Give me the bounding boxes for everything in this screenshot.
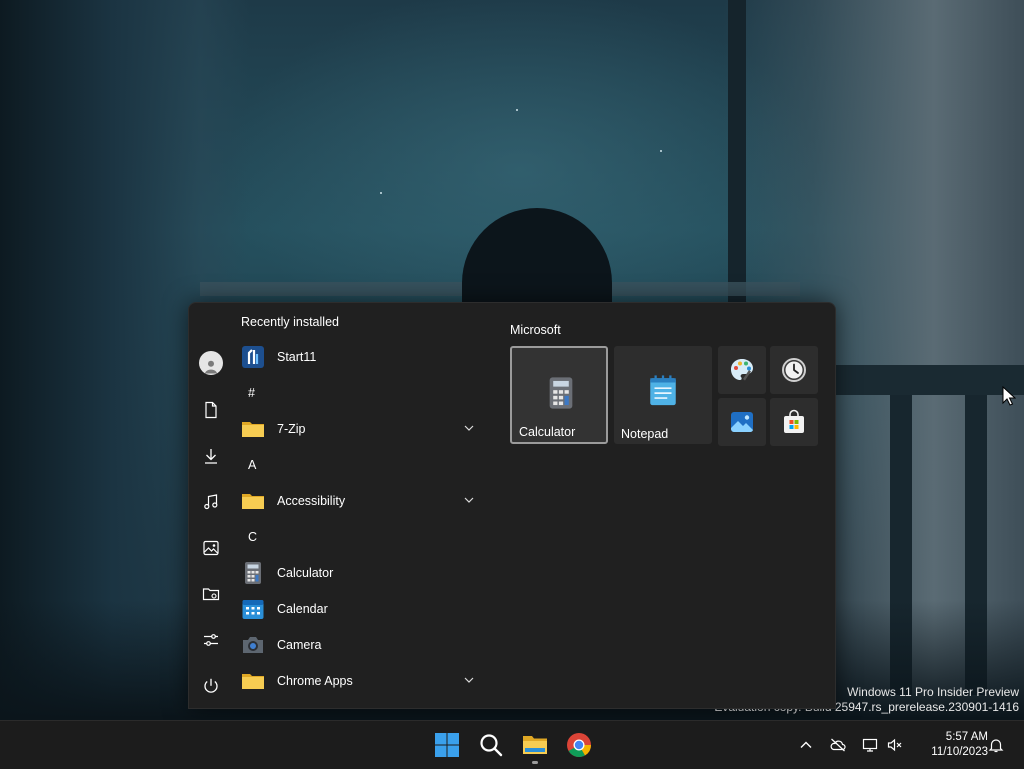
letter-header[interactable]: A — [248, 458, 256, 472]
wallpaper-star — [660, 150, 662, 152]
calendar-icon — [241, 597, 265, 621]
all-apps-list: Recently installed Start11 # 7-Zip A Acc… — [239, 303, 489, 708]
clock-time: 5:57 AM — [945, 731, 988, 743]
chevron-down-icon[interactable] — [463, 674, 475, 686]
taskbar: 5:57 AM 11/10/2023 — [0, 720, 1024, 769]
wallpaper-star — [380, 192, 382, 194]
search-button[interactable] — [477, 731, 505, 759]
notepad-icon — [650, 375, 676, 406]
folder-icon — [241, 417, 265, 441]
calculator-icon — [241, 561, 265, 585]
app-label: Calculator — [277, 566, 334, 580]
network-folder-button[interactable] — [198, 581, 224, 607]
tile-microsoft-store[interactable] — [770, 398, 818, 446]
start-menu: Recently installed Start11 # 7-Zip A Acc… — [188, 302, 836, 709]
list-item-accessibility[interactable]: Accessibility — [239, 484, 489, 518]
downloads-icon — [205, 449, 217, 464]
power-icon — [204, 678, 218, 693]
paint-icon — [731, 359, 753, 381]
tile-photos[interactable] — [718, 398, 766, 446]
app-label: Accessibility — [277, 494, 346, 508]
notifications-button[interactable] — [986, 735, 1006, 755]
power-button[interactable] — [198, 673, 224, 699]
downloads-button[interactable] — [198, 443, 224, 469]
running-app-indicator — [532, 761, 538, 764]
tile-label: Calculator — [519, 425, 576, 439]
notification-bell-icon — [988, 739, 1004, 753]
list-item-calendar[interactable]: Calendar — [239, 592, 489, 626]
network-icon — [862, 738, 878, 752]
documents-icon — [205, 401, 217, 419]
wallpaper-star — [516, 109, 518, 111]
chrome-button[interactable] — [565, 731, 593, 759]
windows-start-icon — [435, 733, 459, 757]
camera-icon — [241, 633, 265, 657]
start-rail — [189, 303, 233, 708]
chevron-up-icon — [800, 741, 812, 748]
mouse-pointer-icon — [1002, 386, 1016, 406]
music-button[interactable] — [198, 489, 224, 515]
tile-notepad[interactable]: Notepad — [614, 346, 712, 444]
list-item-calculator[interactable]: Calculator — [239, 556, 489, 590]
folder-icon — [241, 669, 265, 693]
taskbar-clock[interactable]: 5:57 AM 11/10/2023 — [912, 730, 988, 760]
pictures-icon — [203, 540, 219, 556]
clock-icon — [782, 358, 806, 382]
store-icon — [784, 409, 804, 433]
app-label: Camera — [277, 638, 322, 652]
letter-header[interactable]: C — [248, 530, 257, 544]
volume-tray-button[interactable] — [885, 735, 905, 755]
app-label: Calendar — [277, 602, 328, 616]
list-item-chrome-apps[interactable]: Chrome Apps — [239, 664, 489, 698]
recently-installed-heading: Recently installed — [241, 315, 339, 329]
chevron-down-icon[interactable] — [463, 494, 475, 506]
chrome-icon — [567, 733, 591, 758]
pictures-button[interactable] — [198, 535, 224, 561]
pinned-group: Microsoft Calculator Notepad — [507, 303, 827, 708]
network-folder-icon — [202, 588, 220, 601]
folder-icon — [241, 489, 265, 513]
tile-calculator[interactable]: Calculator — [510, 346, 608, 444]
file-explorer-icon — [523, 736, 547, 754]
list-item-camera[interactable]: Camera — [239, 628, 489, 662]
app-label: Start11 — [277, 350, 317, 364]
tile-clock[interactable] — [770, 346, 818, 394]
wallpaper-table — [835, 365, 1024, 395]
network-tray-button[interactable] — [860, 735, 880, 755]
onedrive-offline-icon — [830, 738, 846, 752]
photos-icon — [731, 412, 753, 433]
calculator-icon — [549, 377, 573, 409]
settings-button[interactable] — [198, 627, 224, 653]
user-avatar — [199, 351, 223, 375]
list-item-7zip[interactable]: 7-Zip — [239, 412, 489, 446]
pinned-group-heading: Microsoft — [510, 323, 561, 337]
tile-paint[interactable] — [718, 346, 766, 394]
settings-icon — [204, 634, 218, 646]
chevron-down-icon[interactable] — [463, 422, 475, 434]
letter-header[interactable]: # — [248, 386, 255, 400]
list-item-start11[interactable]: Start11 — [239, 340, 489, 374]
user-account-button[interactable] — [198, 350, 224, 376]
onedrive-tray-button[interactable] — [828, 735, 848, 755]
documents-button[interactable] — [198, 397, 224, 423]
file-explorer-button[interactable] — [521, 731, 549, 759]
volume-muted-icon — [887, 738, 902, 752]
app-label: 7-Zip — [277, 422, 306, 436]
music-icon — [204, 494, 218, 510]
show-hidden-icons-button[interactable] — [796, 735, 816, 755]
search-icon — [480, 734, 503, 757]
app-label: Chrome Apps — [277, 674, 353, 688]
start11-icon — [241, 345, 265, 369]
start-button[interactable] — [433, 731, 461, 759]
clock-date: 11/10/2023 — [931, 746, 988, 758]
tile-label: Notepad — [621, 427, 669, 441]
